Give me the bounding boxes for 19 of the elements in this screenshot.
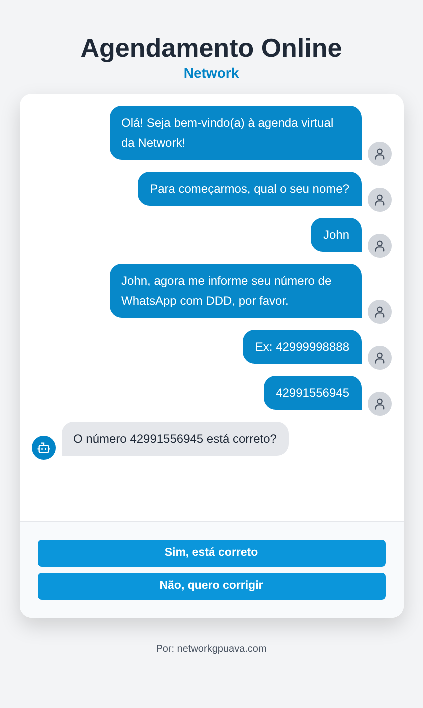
user-avatar-icon bbox=[368, 142, 392, 166]
answer-button[interactable]: Não, quero corrigir bbox=[38, 573, 386, 600]
user-avatar-icon bbox=[368, 300, 392, 324]
page-subtitle: Network bbox=[184, 64, 240, 82]
message-bubble: Olá! Seja bem-vindo(a) à agenda virtual da Network! bbox=[110, 106, 362, 160]
user-avatar-icon bbox=[368, 234, 392, 258]
user-avatar-icon bbox=[368, 392, 392, 416]
message-bubble: 42991556945 bbox=[264, 376, 362, 410]
message-bubble: John bbox=[311, 218, 362, 252]
message-bubble: O número 42991556945 está correto? bbox=[62, 422, 289, 456]
footer-credit: Por: networkgpuava.com bbox=[156, 643, 267, 657]
message-bubble: Para começarmos, qual o seu nome? bbox=[138, 172, 362, 206]
answer-button[interactable]: Sim, está correto bbox=[38, 540, 386, 567]
page-title: Agendamento Online bbox=[80, 32, 342, 64]
robot-avatar-icon bbox=[32, 436, 56, 460]
message-bubble: John, agora me informe seu número de WhatsApp com DDD, por favor. bbox=[110, 264, 362, 318]
user-avatar-icon bbox=[368, 188, 392, 212]
user-avatar-icon bbox=[368, 346, 392, 370]
message-bubble: Ex: 42999998888 bbox=[243, 330, 362, 364]
